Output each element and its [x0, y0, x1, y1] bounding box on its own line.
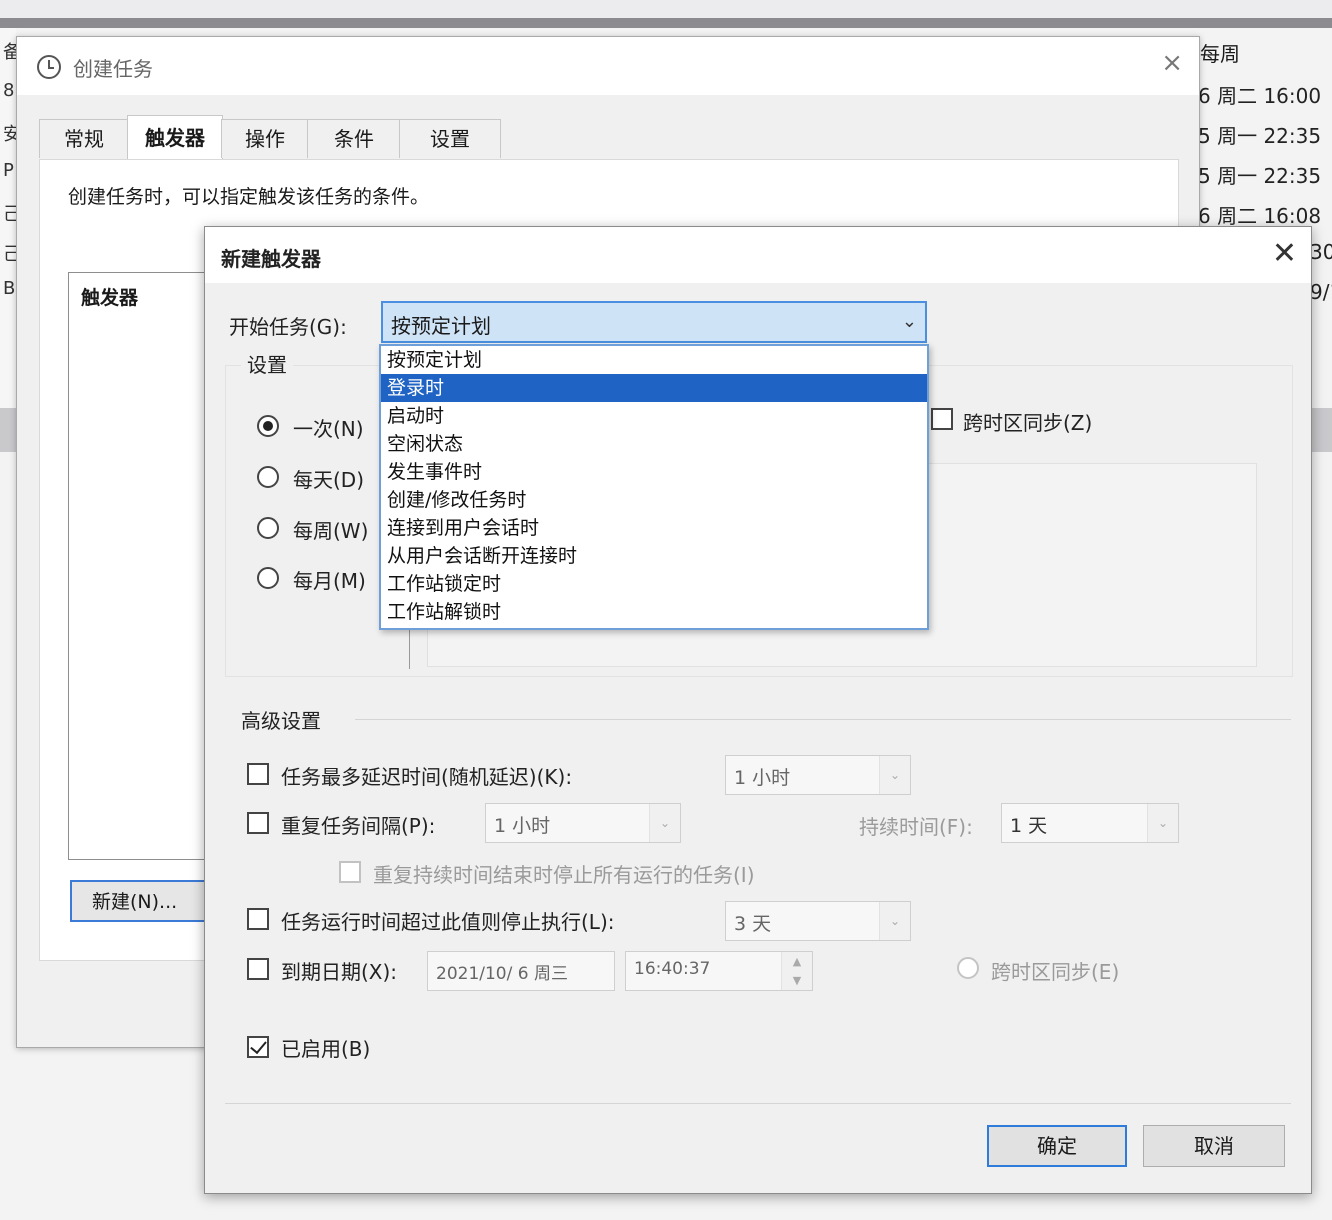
- expire-date-picker[interactable]: 2021/10/ 6 周三: [427, 951, 615, 991]
- spinner-icon[interactable]: ▲ ▼: [781, 952, 812, 990]
- tab-actions[interactable]: 操作: [221, 119, 309, 158]
- repeat-label: 重复任务间隔(P):: [281, 814, 436, 838]
- dropdown-option[interactable]: 发生事件时: [381, 458, 927, 486]
- monthly-radio[interactable]: [257, 567, 279, 589]
- expire-label: 到期日期(X):: [281, 960, 398, 984]
- dropdown-option[interactable]: 启动时: [381, 402, 927, 430]
- duration-select[interactable]: 1 天 ⌄: [1001, 803, 1179, 843]
- begin-task-value: 按预定计划: [391, 314, 491, 338]
- begin-task-select[interactable]: 按预定计划 ⌄: [381, 301, 927, 343]
- expire-time-value: 16:40:37: [634, 959, 711, 979]
- chevron-down-icon: ⌄: [901, 311, 917, 332]
- background-left-column: 备 8 安 P 己 己 B: [0, 28, 21, 408]
- triggers-list-header: 触发器: [81, 287, 139, 309]
- bg-list-row[interactable]: 9/1: [1310, 280, 1332, 304]
- dropdown-option[interactable]: 连接到用户会话时: [381, 514, 927, 542]
- triggers-list[interactable]: 触发器: [68, 272, 210, 860]
- repeat-checkbox[interactable]: [247, 812, 269, 834]
- chevron-down-icon: ⌄: [879, 902, 910, 940]
- tab-general[interactable]: 常规: [39, 119, 129, 158]
- bg-char: P: [3, 160, 14, 181]
- dropdown-option[interactable]: 按预定计划: [381, 346, 927, 374]
- new-trigger-title: 新建触发器: [221, 247, 321, 271]
- advanced-settings-label: 高级设置: [241, 709, 321, 733]
- create-task-titlebar: 创建任务 ×: [17, 37, 1199, 95]
- bg-list-row[interactable]: 6 周二 16:08: [1198, 200, 1321, 229]
- repeat-interval-select[interactable]: 1 小时 ⌄: [485, 803, 681, 843]
- tab-conditions[interactable]: 条件: [307, 119, 401, 158]
- enabled-label: 已启用(B): [281, 1037, 371, 1061]
- triggers-description: 创建任务时，可以指定触发该任务的条件。: [68, 186, 430, 208]
- expire-time-picker[interactable]: 16:40:37 ▲ ▼: [625, 951, 813, 991]
- once-label: 一次(N): [293, 417, 364, 441]
- chevron-down-icon: ⌄: [649, 804, 680, 842]
- expire-timezone-checkbox[interactable]: [957, 957, 979, 979]
- dropdown-option[interactable]: 工作站解锁时: [381, 598, 927, 626]
- dropdown-option[interactable]: 空闲状态: [381, 430, 927, 458]
- tab-settings[interactable]: 设置: [399, 119, 501, 158]
- new-trigger-button[interactable]: 新建(N)...: [70, 880, 206, 922]
- top-bar: [0, 0, 1332, 18]
- duration-label: 持续时间(F):: [859, 815, 973, 839]
- ok-button[interactable]: 确定: [987, 1125, 1127, 1167]
- footer-divider: [225, 1103, 1291, 1104]
- bg-list-row[interactable]: 6 周二 16:00: [1198, 80, 1321, 109]
- once-radio[interactable]: [257, 415, 279, 437]
- bg-list-row[interactable]: 30: [1310, 240, 1332, 264]
- bg-char: 8: [3, 80, 15, 101]
- create-task-title: 创建任务: [73, 57, 153, 81]
- stop-after-label: 任务运行时间超过此值则停止执行(L):: [281, 910, 615, 934]
- settings-group-label: 设置: [241, 349, 293, 378]
- close-icon[interactable]: ✕: [1272, 237, 1297, 271]
- sync-timezone-checkbox[interactable]: [931, 408, 953, 430]
- sync-timezone-label: 跨时区同步(Z): [963, 411, 1093, 435]
- repeat-interval-value: 1 小时: [494, 815, 551, 837]
- expire-date-value: 2021/10/ 6 周三: [436, 964, 568, 984]
- dropdown-option[interactable]: 工作站锁定时: [381, 570, 927, 598]
- dropdown-option[interactable]: 从用户会话断开连接时: [381, 542, 927, 570]
- delay-select[interactable]: 1 小时 ⌄: [725, 755, 911, 795]
- bg-list-row[interactable]: 5 周一 22:35: [1198, 160, 1321, 189]
- cancel-button[interactable]: 取消: [1143, 1125, 1285, 1167]
- stop-after-select[interactable]: 3 天 ⌄: [725, 901, 911, 941]
- expire-checkbox[interactable]: [247, 958, 269, 980]
- weekly-radio[interactable]: [257, 517, 279, 539]
- tab-triggers[interactable]: 触发器: [127, 115, 223, 160]
- daily-label: 每天(D): [293, 468, 365, 492]
- dropdown-option-selected[interactable]: 登录时: [381, 374, 927, 402]
- enabled-checkbox[interactable]: [247, 1036, 269, 1058]
- delay-label: 任务最多延迟时间(随机延迟)(K):: [281, 765, 573, 789]
- stop-repeat-label: 重复持续时间结束时停止所有运行的任务(I): [373, 863, 755, 887]
- daily-radio[interactable]: [257, 466, 279, 488]
- weekly-label: 每周(W): [293, 519, 369, 543]
- stop-after-checkbox[interactable]: [247, 908, 269, 930]
- bg-list-row[interactable]: 5 周一 22:35: [1198, 120, 1321, 149]
- close-icon[interactable]: ×: [1161, 49, 1183, 77]
- duration-value: 1 天: [1010, 815, 1048, 837]
- stop-after-value: 3 天: [734, 913, 772, 935]
- begin-task-dropdown-list: 按预定计划 登录时 启动时 空闲状态 发生事件时 创建/修改任务时 连接到用户会…: [379, 344, 929, 630]
- delay-value: 1 小时: [734, 767, 791, 789]
- bg-char: B: [3, 278, 16, 299]
- delay-checkbox[interactable]: [247, 763, 269, 785]
- expire-timezone-label: 跨时区同步(E): [991, 960, 1120, 984]
- chevron-down-icon: ⌄: [879, 756, 910, 794]
- dropdown-option[interactable]: 创建/修改任务时: [381, 486, 927, 514]
- monthly-label: 每月(M): [293, 569, 366, 593]
- new-trigger-titlebar: 新建触发器 ✕: [205, 227, 1311, 283]
- advanced-divider: [355, 719, 1291, 720]
- begin-task-label: 开始任务(G):: [229, 315, 347, 339]
- clock-icon: [37, 55, 61, 79]
- stop-repeat-checkbox[interactable]: [339, 861, 361, 883]
- chevron-down-icon: ⌄: [1147, 804, 1178, 842]
- bg-list-header: 每周: [1200, 42, 1240, 66]
- window-separator: [0, 18, 1332, 28]
